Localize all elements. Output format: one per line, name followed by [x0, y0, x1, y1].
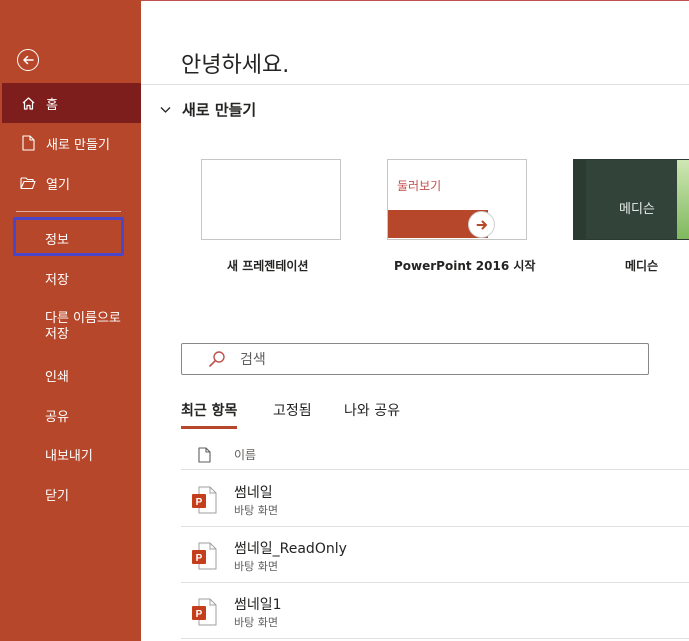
madison-accent-strip — [677, 160, 689, 239]
divider — [141, 84, 689, 85]
page-title: 안녕하세요. — [181, 53, 290, 78]
back-arrow-icon — [23, 55, 34, 65]
file-row[interactable]: P 썸네일 바탕 화면 — [181, 471, 689, 527]
folder-open-icon — [20, 175, 36, 191]
tab-recent[interactable]: 최근 항목 — [181, 400, 238, 429]
sidebar-item-label: 홈 — [46, 97, 58, 113]
svg-text:P: P — [196, 497, 203, 508]
file-location: 바탕 화면 — [234, 504, 278, 517]
template-blank-presentation[interactable]: 새 프레젠테이션 — [201, 159, 341, 273]
search-input[interactable]: 검색 — [181, 343, 649, 375]
sidebar-item-home[interactable]: 홈 — [2, 83, 141, 123]
tab-pinned[interactable]: 고정됨 — [273, 400, 312, 426]
backstage-main: 안녕하세요. 새로 만들기 새 프레젠테이션 둘러보기 PowerPoint 2… — [141, 0, 689, 641]
template-madison[interactable]: 메디슨 메디슨 — [573, 159, 689, 273]
section-title: 새로 만들기 — [182, 101, 257, 119]
sidebar-item-export[interactable]: 내보내기 — [0, 434, 141, 474]
sidebar-divider — [16, 211, 121, 212]
sidebar-item-new[interactable]: 새로 만들기 — [0, 123, 141, 163]
powerpoint-file-icon: P — [192, 598, 217, 626]
template-thumbnail — [201, 159, 341, 240]
home-icon — [20, 95, 36, 111]
file-row[interactable]: P 썸네일1 바탕 화면 — [181, 583, 689, 639]
sidebar-item-label: 저장 — [45, 272, 69, 288]
sidebar-item-share[interactable]: 공유 — [0, 395, 141, 435]
sidebar-item-info[interactable]: 정보 — [0, 218, 141, 258]
tab-shared-with-me[interactable]: 나와 공유 — [344, 400, 400, 426]
sidebar-item-label: 인쇄 — [45, 369, 69, 385]
top-accent-line — [141, 0, 689, 1]
sidebar-item-label: 새로 만들기 — [46, 137, 110, 153]
column-header-name[interactable]: 이름 — [234, 446, 256, 463]
sidebar-item-label: 공유 — [45, 409, 69, 425]
svg-text:P: P — [196, 553, 203, 564]
arrow-right-icon — [468, 211, 495, 238]
new-document-icon — [20, 135, 36, 151]
powerpoint-file-icon: P — [192, 542, 217, 570]
back-button[interactable] — [17, 49, 39, 71]
template-thumb-text: 메디슨 — [619, 202, 655, 217]
file-list-header: 이름 — [181, 440, 689, 470]
sidebar-item-close[interactable]: 닫기 — [0, 474, 141, 514]
sidebar-item-label: 열기 — [46, 177, 70, 193]
template-powerpoint-tour[interactable]: 둘러보기 PowerPoint 2016 시작 — [387, 159, 535, 273]
powerpoint-file-icon: P — [192, 486, 217, 514]
file-name: 썸네일1 — [234, 597, 282, 613]
template-thumbnail: 둘러보기 — [387, 159, 527, 240]
search-icon — [208, 350, 226, 368]
sidebar-item-label: 닫기 — [45, 488, 69, 504]
file-name: 썸네일 — [234, 485, 273, 501]
sidebar-item-print[interactable]: 인쇄 — [0, 355, 141, 395]
file-row[interactable]: P 썸네일_ReadOnly 바탕 화면 — [181, 527, 689, 583]
file-location: 바탕 화면 — [234, 560, 278, 573]
sidebar-item-label: 다른 이름으로 저장 — [45, 311, 121, 342]
document-icon — [198, 446, 214, 463]
template-caption: PowerPoint 2016 시작 — [394, 259, 536, 273]
sidebar-item-open[interactable]: 열기 — [0, 163, 141, 203]
sidebar-item-label: 내보내기 — [45, 448, 93, 464]
search-placeholder: 검색 — [240, 352, 266, 368]
file-name: 썸네일_ReadOnly — [234, 541, 347, 557]
file-location: 바탕 화면 — [234, 616, 278, 629]
template-caption: 메디슨 — [625, 259, 659, 273]
chevron-down-icon — [158, 103, 172, 117]
template-thumb-text: 둘러보기 — [397, 179, 442, 193]
backstage-sidebar: 홈 새로 만들기 열기 정보 저장 다른 이름으로 저장 인쇄 공유 내보내기 … — [0, 0, 141, 641]
sidebar-item-save-as[interactable]: 다른 이름으로 저장 — [0, 311, 141, 351]
sidebar-item-save[interactable]: 저장 — [0, 258, 141, 298]
svg-text:P: P — [196, 609, 203, 620]
template-thumbnail: 메디슨 — [573, 159, 689, 240]
sidebar-item-label: 정보 — [45, 232, 69, 248]
template-caption: 새 프레젠테이션 — [227, 259, 309, 273]
new-section-toggle[interactable]: 새로 만들기 — [158, 99, 256, 120]
